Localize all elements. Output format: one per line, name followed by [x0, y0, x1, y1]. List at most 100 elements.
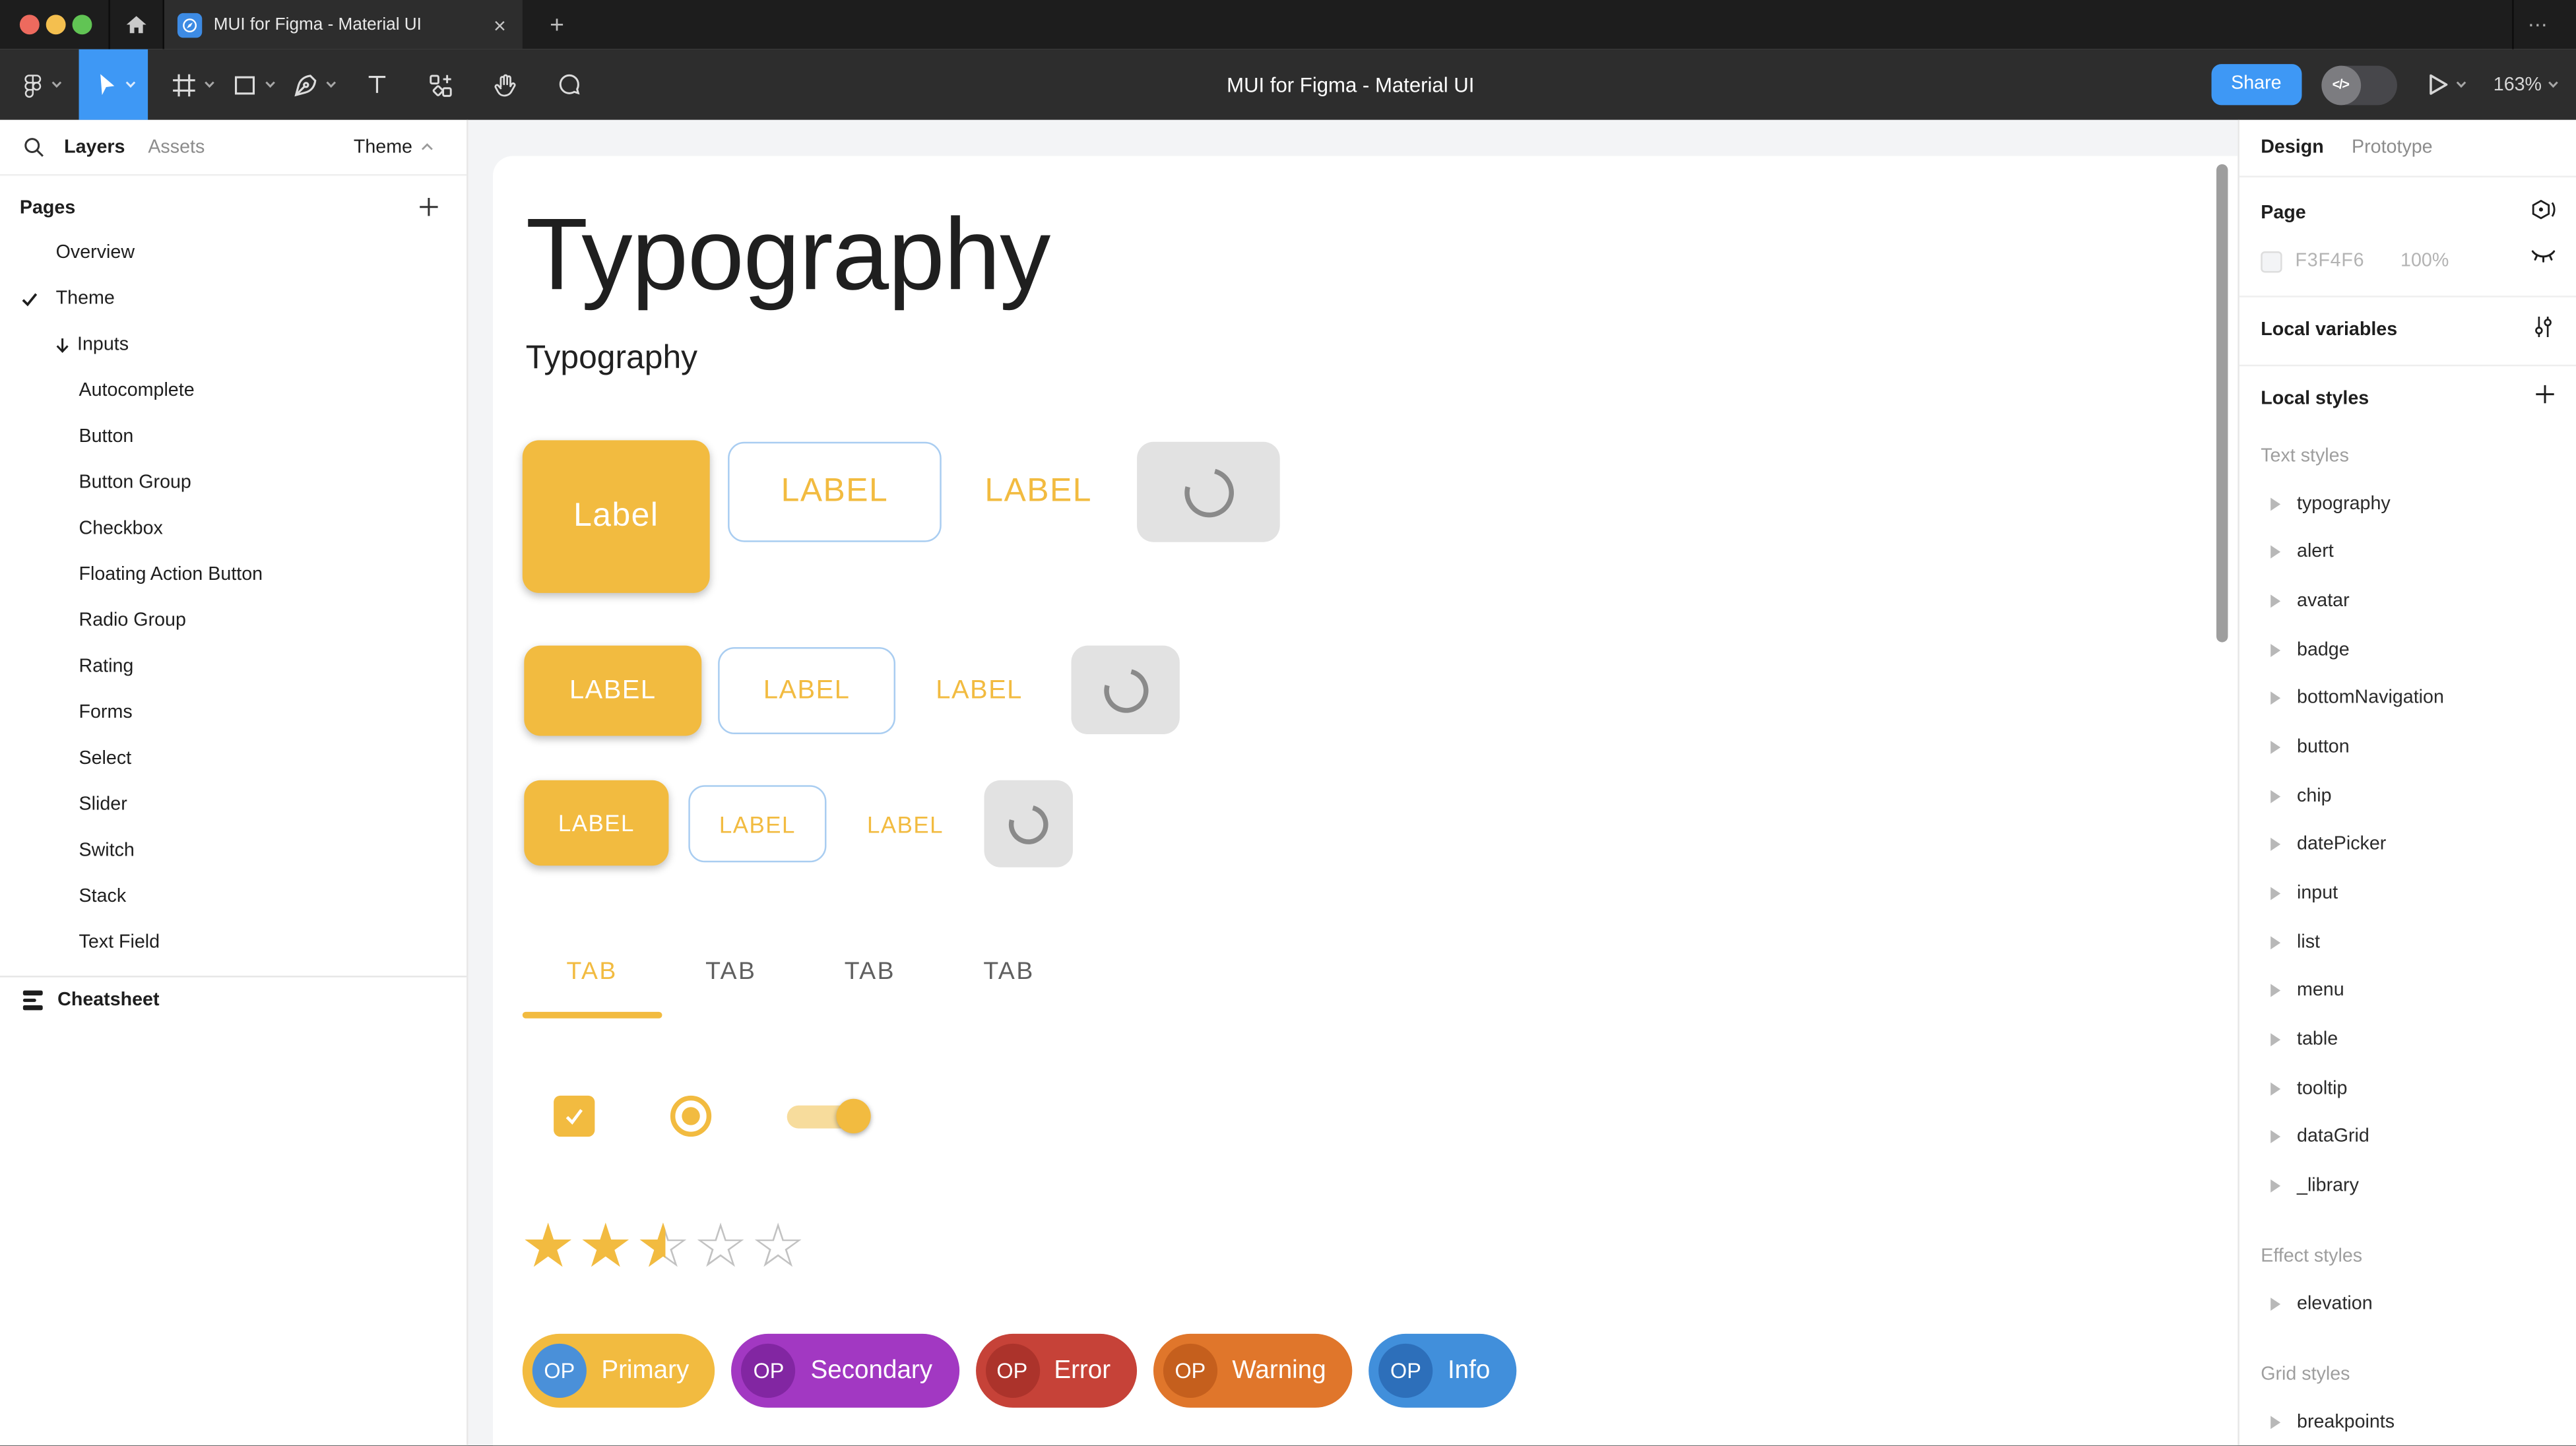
- tab-assets[interactable]: Assets: [148, 137, 205, 157]
- style-row[interactable]: bottomNavigation: [2239, 674, 2576, 723]
- disclosure-triangle-icon[interactable]: [2270, 1082, 2280, 1095]
- add-style-button[interactable]: [2534, 383, 2557, 406]
- present-button[interactable]: [2426, 73, 2467, 97]
- disclosure-triangle-icon[interactable]: [2270, 595, 2280, 608]
- dev-mode-toggle[interactable]: </>: [2321, 65, 2397, 104]
- chip[interactable]: OP Warning: [1153, 1334, 1353, 1408]
- style-row[interactable]: dataGrid: [2239, 1113, 2576, 1162]
- star-icon[interactable]: [521, 1214, 578, 1280]
- chip[interactable]: OP Error: [975, 1334, 1137, 1408]
- page-item[interactable]: Inputs: [0, 322, 467, 368]
- style-row[interactable]: breakpoints: [2239, 1398, 2576, 1446]
- switch[interactable]: [787, 1096, 872, 1137]
- close-window-button[interactable]: [20, 15, 40, 34]
- page-item[interactable]: Stack: [0, 874, 467, 920]
- style-row[interactable]: menu: [2239, 966, 2576, 1015]
- contained-button-medium[interactable]: LABEL: [524, 646, 701, 736]
- overflow-menu-icon[interactable]: ⋯: [2514, 0, 2563, 49]
- star-icon[interactable]: [693, 1214, 751, 1280]
- style-row[interactable]: alert: [2239, 528, 2576, 577]
- style-row[interactable]: elevation: [2239, 1280, 2576, 1329]
- page-item[interactable]: Button Group: [0, 460, 467, 506]
- chip[interactable]: OP Info: [1368, 1334, 1516, 1408]
- text-button-medium[interactable]: LABEL: [912, 647, 1046, 734]
- page-item[interactable]: Rating: [0, 644, 467, 690]
- chip[interactable]: OP Secondary: [732, 1334, 959, 1408]
- disclosure-triangle-icon[interactable]: [2270, 546, 2280, 559]
- zoom-window-button[interactable]: [73, 15, 92, 34]
- page-item[interactable]: Overview: [0, 230, 467, 276]
- outlined-button-small[interactable]: LABEL: [688, 785, 826, 862]
- tab-design[interactable]: Design: [2261, 138, 2323, 158]
- home-button[interactable]: [108, 0, 164, 49]
- typography-frame[interactable]: Typography Typography Label LABEL LABEL …: [493, 156, 2238, 1446]
- page-color-row[interactable]: F3F4F6 100%: [2261, 248, 2449, 274]
- shape-tool-button[interactable]: [230, 49, 276, 120]
- disclosure-triangle-icon[interactable]: [2270, 790, 2280, 803]
- page-item[interactable]: Text Field: [0, 920, 467, 966]
- hidden-eye-icon[interactable]: [2530, 248, 2557, 268]
- text-button-small[interactable]: LABEL: [843, 785, 967, 862]
- color-swatch[interactable]: [2261, 251, 2282, 272]
- loading-button-small[interactable]: [984, 780, 1073, 867]
- tab-layers[interactable]: Layers: [64, 137, 125, 157]
- checkbox[interactable]: [554, 1096, 595, 1137]
- page-item[interactable]: Switch: [0, 828, 467, 874]
- close-tab-icon[interactable]: ×: [490, 14, 509, 35]
- pen-tool-button[interactable]: [291, 49, 337, 120]
- disclosure-triangle-icon[interactable]: [2270, 643, 2280, 656]
- canvas[interactable]: Typography Typography Label LABEL LABEL …: [468, 120, 2238, 1445]
- search-icon[interactable]: [23, 137, 44, 158]
- page-item[interactable]: Checkbox: [0, 506, 467, 552]
- disclosure-triangle-icon[interactable]: [2270, 741, 2280, 754]
- main-menu-button[interactable]: [13, 49, 69, 120]
- page-item[interactable]: Button: [0, 414, 467, 460]
- mui-tab[interactable]: TAB: [800, 928, 940, 1013]
- actions-tool-button[interactable]: [416, 49, 465, 120]
- contained-button-large[interactable]: Label: [523, 440, 710, 593]
- canvas-scrollbar[interactable]: [2216, 164, 2228, 643]
- page-item[interactable]: Select: [0, 736, 467, 782]
- chip[interactable]: OP Primary: [523, 1334, 715, 1408]
- disclosure-triangle-icon[interactable]: [2270, 984, 2280, 997]
- disclosure-triangle-icon[interactable]: [2270, 1130, 2280, 1143]
- tab-prototype[interactable]: Prototype: [2352, 138, 2433, 158]
- disclosure-triangle-icon[interactable]: [2270, 838, 2280, 852]
- loading-button-large[interactable]: [1137, 442, 1280, 542]
- minimize-window-button[interactable]: [46, 15, 66, 34]
- page-item[interactable]: Theme: [0, 276, 467, 322]
- page-item[interactable]: Floating Action Button: [0, 552, 467, 598]
- frame-tool-button[interactable]: [169, 49, 215, 120]
- share-button[interactable]: Share: [2211, 63, 2301, 105]
- star-icon[interactable]: [578, 1214, 635, 1280]
- style-row[interactable]: datePicker: [2239, 821, 2576, 869]
- page-color-opacity[interactable]: 100%: [2400, 251, 2449, 271]
- style-row[interactable]: badge: [2239, 625, 2576, 674]
- style-row[interactable]: button: [2239, 723, 2576, 772]
- page-item[interactable]: Autocomplete: [0, 368, 467, 414]
- page-item[interactable]: Radio Group: [0, 598, 467, 644]
- move-tool-button[interactable]: [79, 49, 148, 120]
- outlined-button-medium[interactable]: LABEL: [718, 647, 895, 734]
- style-row[interactable]: list: [2239, 918, 2576, 966]
- hand-tool-button[interactable]: [480, 49, 529, 120]
- disclosure-triangle-icon[interactable]: [2270, 692, 2280, 705]
- mui-tab[interactable]: TAB: [523, 928, 662, 1013]
- disclosure-triangle-icon[interactable]: [2270, 497, 2280, 511]
- style-row[interactable]: input: [2239, 869, 2576, 918]
- variables-icon[interactable]: [2530, 314, 2557, 340]
- disclosure-triangle-icon[interactable]: [2270, 1033, 2280, 1046]
- page-styles-icon[interactable]: [2528, 197, 2556, 225]
- style-row[interactable]: typography: [2239, 480, 2576, 528]
- disclosure-triangle-icon[interactable]: [2270, 1298, 2280, 1311]
- style-row[interactable]: avatar: [2239, 577, 2576, 626]
- style-row[interactable]: table: [2239, 1015, 2576, 1064]
- comment-tool-button[interactable]: [544, 49, 593, 120]
- contained-button-small[interactable]: LABEL: [524, 780, 668, 865]
- new-tab-button[interactable]: +: [536, 0, 579, 49]
- disclosure-triangle-icon[interactable]: [2270, 935, 2280, 949]
- add-page-button[interactable]: [417, 195, 440, 226]
- star-icon[interactable]: [636, 1214, 693, 1280]
- mui-tab[interactable]: TAB: [661, 928, 800, 1013]
- mui-tab[interactable]: TAB: [940, 928, 1079, 1013]
